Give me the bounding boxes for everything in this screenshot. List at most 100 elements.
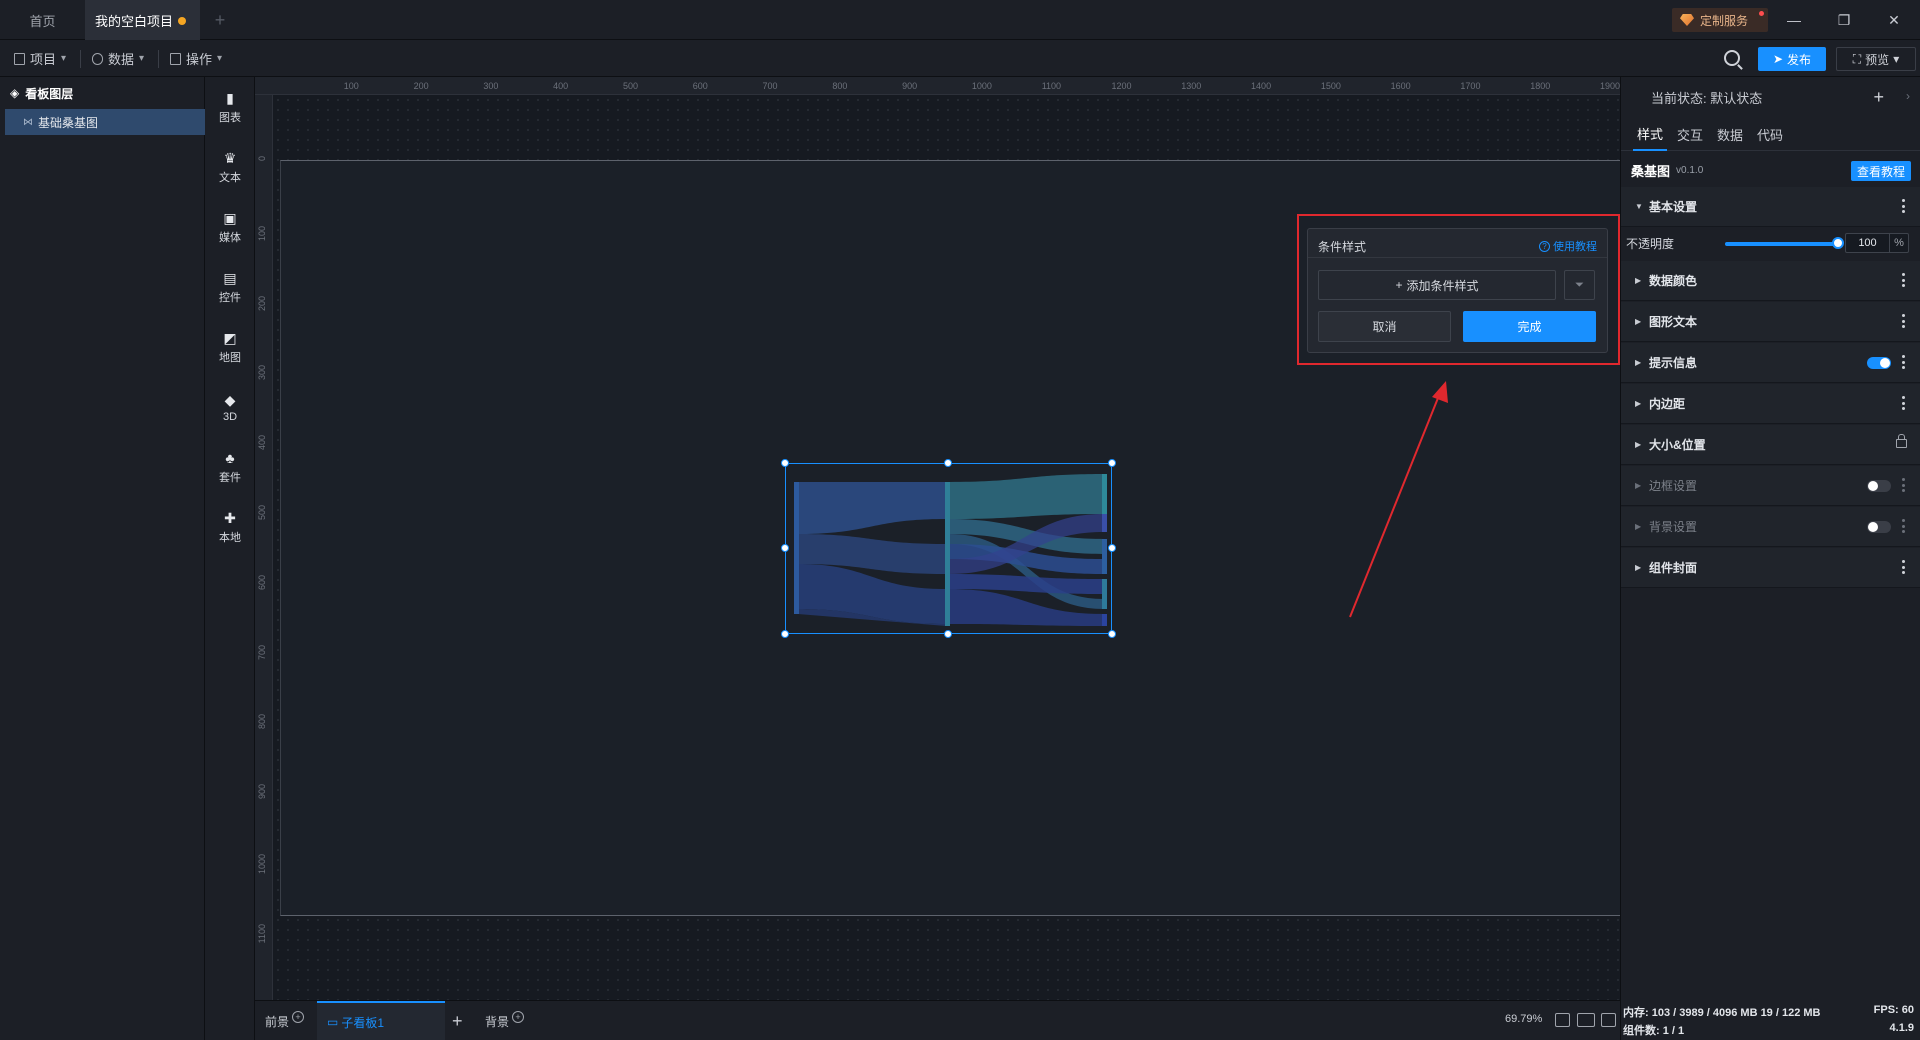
more-icon[interactable]	[1902, 519, 1905, 533]
caret-right-icon: ▶	[1635, 440, 1642, 449]
tab-style[interactable]: 样式	[1633, 117, 1668, 151]
caret-right-icon: ▶	[1635, 317, 1642, 326]
more-icon[interactable]	[1902, 355, 1905, 369]
section-data-color[interactable]: ▶ 数据颜色	[1621, 261, 1920, 301]
more-icon[interactable]	[1902, 199, 1905, 213]
add-circle-icon[interactable]: +	[512, 1011, 525, 1023]
resize-handle[interactable]	[944, 459, 952, 467]
opacity-input[interactable]: 100 %	[1845, 233, 1909, 253]
layer-item[interactable]: ⋈ 基础桑基图	[5, 109, 205, 135]
zoom-level[interactable]: 69.79%	[1505, 1013, 1542, 1025]
resize-handle[interactable]	[781, 630, 789, 638]
tab-project[interactable]: 我的空白项目	[85, 0, 200, 40]
monitor-icon: ▭	[327, 1015, 339, 1029]
add-tab-button[interactable]: +	[208, 0, 232, 40]
custom-service-button[interactable]: 定制服务	[1672, 8, 1768, 32]
rail-item-label: 文本	[219, 171, 241, 184]
menu-data[interactable]: 数据 ▾	[92, 40, 144, 77]
publish-button[interactable]: ➤ 发布	[1758, 47, 1826, 71]
chevron-right-icon[interactable]: ›	[1906, 89, 1910, 103]
resize-handle[interactable]	[1108, 459, 1116, 467]
rail-item-text[interactable]: ♛ 文本	[205, 142, 255, 192]
foreground-tab[interactable]: 前景 +	[265, 1001, 305, 1040]
menu-operation[interactable]: 操作 ▾	[170, 40, 222, 77]
rail-item-controls[interactable]: ▤ 控件	[205, 262, 255, 312]
minimize-icon[interactable]: —	[1772, 0, 1816, 40]
send-icon: ➤	[1772, 52, 1784, 66]
more-icon[interactable]	[1902, 478, 1905, 492]
condition-filter-icon[interactable]: ⏷	[1564, 270, 1595, 300]
resize-handle[interactable]	[781, 544, 789, 552]
tab-data[interactable]: 数据	[1717, 117, 1743, 151]
more-icon[interactable]	[1902, 314, 1905, 328]
resize-handle[interactable]	[1108, 544, 1116, 552]
tab-code[interactable]: 代码	[1757, 117, 1783, 151]
help-icon: ?	[1539, 240, 1550, 252]
section-size-position[interactable]: ▶ 大小&位置	[1621, 425, 1920, 465]
toolbar-divider	[80, 50, 81, 68]
tab-interaction[interactable]: 交互	[1677, 117, 1703, 151]
rail-item-local[interactable]: ✚ 本地	[205, 502, 255, 552]
rail-item-chart[interactable]: ▮ 图表	[205, 82, 255, 132]
section-graphic-text[interactable]: ▶ 图形文本	[1621, 302, 1920, 342]
resize-handle[interactable]	[944, 630, 952, 638]
background-tab[interactable]: 背景 +	[485, 1001, 525, 1040]
section-background-settings[interactable]: ▶ 背景设置	[1621, 507, 1920, 547]
tooltip-toggle[interactable]	[1867, 357, 1891, 369]
view-tutorial-button[interactable]: 查看教程	[1851, 161, 1911, 181]
puzzle-icon: ✚	[224, 509, 236, 526]
cancel-button[interactable]: 取消	[1318, 311, 1451, 342]
rail-item-map[interactable]: ◩ 地图	[205, 322, 255, 372]
rail-item-label: 3D	[222, 410, 238, 423]
tab-home[interactable]: 首页	[0, 0, 85, 40]
more-icon[interactable]	[1902, 396, 1905, 410]
version-label: 4.1.9	[1889, 1022, 1914, 1034]
ruler-tick: 500	[622, 81, 638, 91]
opacity-slider-track[interactable]	[1725, 242, 1837, 246]
terminal-icon[interactable]	[1601, 1013, 1616, 1027]
rail-item-3d[interactable]: ◆ 3D	[205, 382, 255, 432]
search-icon[interactable]	[1724, 50, 1740, 66]
resize-handle[interactable]	[1108, 630, 1116, 638]
popup-help-link[interactable]: ? 使用教程	[1539, 238, 1597, 254]
add-condition-button[interactable]: + 添加条件样式	[1318, 270, 1556, 300]
section-border-settings[interactable]: ▶ 边框设置	[1621, 466, 1920, 506]
section-tooltip[interactable]: ▶ 提示信息	[1621, 343, 1920, 383]
subboard-tab[interactable]: ▭ 子看板1	[317, 1001, 445, 1040]
ruler-tick: 200	[413, 81, 429, 91]
close-icon[interactable]: ✕	[1872, 0, 1916, 40]
ruler-tick: 1000	[971, 81, 992, 91]
resize-handle[interactable]	[781, 459, 789, 467]
add-state-icon[interactable]: +	[1873, 87, 1884, 108]
done-button[interactable]: 完成	[1463, 311, 1596, 342]
section-label: 数据颜色	[1649, 274, 1698, 288]
opacity-slider-handle[interactable]	[1832, 237, 1844, 249]
background-toggle[interactable]	[1867, 521, 1891, 533]
status-bar: 内存: 103 / 3989 / 4096 MB 19 / 122 MB FPS…	[1620, 1000, 1920, 1040]
restore-icon[interactable]: ❐	[1822, 0, 1866, 40]
ruler-tick: 900	[257, 784, 267, 800]
rail-item-media[interactable]: ▣ 媒体	[205, 202, 255, 252]
border-toggle[interactable]	[1867, 480, 1891, 492]
preview-button[interactable]: ⛶ 预览 ▾	[1836, 47, 1916, 71]
more-icon[interactable]	[1902, 273, 1905, 287]
plus-icon: +	[1395, 278, 1403, 292]
fit-screen-icon[interactable]	[1555, 1013, 1570, 1027]
more-icon[interactable]	[1902, 560, 1905, 574]
selection-box[interactable]	[781, 459, 1116, 638]
section-component-cover[interactable]: ▶ 组件封面	[1621, 548, 1920, 588]
component-name: 桑基图	[1631, 163, 1671, 179]
rail-item-kit[interactable]: ♣ 套件	[205, 442, 255, 492]
component-rail: ▮ 图表 ♛ 文本 ▣ 媒体 ▤ 控件 ◩ 地图 ◆ 3D ♣ 套件 ✚ 本地	[205, 77, 255, 1040]
layer-item-label: 基础桑基图	[38, 115, 99, 130]
lock-icon[interactable]	[1896, 434, 1907, 448]
section-padding[interactable]: ▶ 内边距	[1621, 384, 1920, 424]
add-circle-icon[interactable]: +	[292, 1011, 305, 1023]
add-board-button[interactable]: +	[452, 1001, 463, 1040]
keyboard-icon[interactable]	[1577, 1013, 1595, 1027]
popup-help-label: 使用教程	[1553, 241, 1597, 253]
publish-label: 发布	[1787, 52, 1812, 67]
property-panel: 当前状态: 默认状态 + › 样式 交互 数据 代码 桑基图 v0.1.0 查看…	[1620, 77, 1920, 1000]
section-basic-settings[interactable]: ▼ 基本设置	[1621, 187, 1920, 227]
menu-project[interactable]: 项目 ▾	[14, 40, 66, 77]
